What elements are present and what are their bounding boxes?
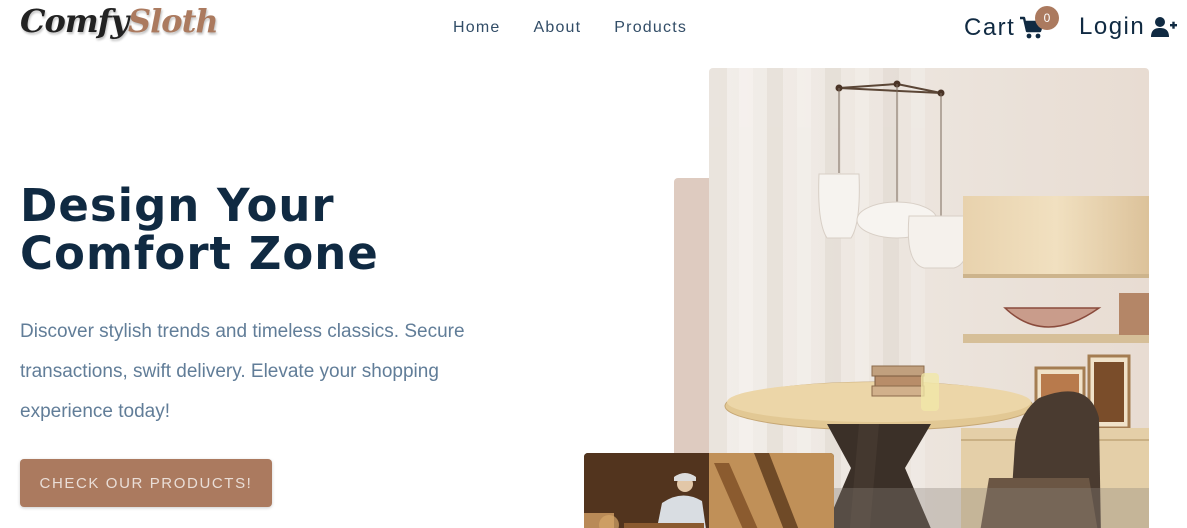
hero-description: Discover stylish trends and timeless cla… <box>20 321 465 422</box>
hero-title-line1: Design Your <box>20 179 335 232</box>
nav-link-about[interactable]: About <box>533 19 581 37</box>
cart-label: Cart <box>964 14 1016 41</box>
brand-logo-part2: Sloth <box>128 2 219 40</box>
hero-title: Design Your Comfort Zone <box>20 182 379 278</box>
nav-link-home[interactable]: Home <box>453 19 500 37</box>
cart-count-badge: 0 <box>1035 6 1059 30</box>
hero-title-line2: Comfort Zone <box>20 227 379 280</box>
check-products-button[interactable]: CHECK OUR PRODUCTS! <box>20 459 272 507</box>
nav-links: Home About Products <box>453 19 687 37</box>
login-button[interactable]: Login <box>1079 13 1178 41</box>
cart-button[interactable]: Cart 0 <box>964 6 1059 42</box>
navbar: ComfySloth Home About Products Cart 0 Lo… <box>0 0 1187 60</box>
login-label: Login <box>1079 13 1146 40</box>
brand-logo-part1: Comfy <box>20 2 129 40</box>
user-plus-icon <box>1151 17 1178 37</box>
hero-secondary-image <box>584 453 834 528</box>
brand-logo[interactable]: ComfySloth <box>20 2 219 40</box>
nav-link-products[interactable]: Products <box>614 19 687 37</box>
